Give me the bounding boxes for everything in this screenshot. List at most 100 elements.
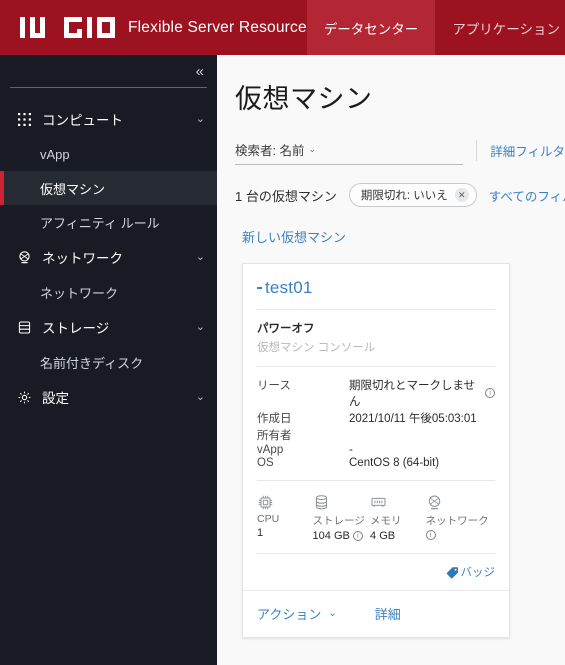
- vm-card-divider-4: [257, 553, 495, 554]
- info-icon-storage[interactable]: i: [352, 531, 363, 541]
- sidebar-item-compute[interactable]: コンピュート ⌄: [0, 101, 217, 137]
- app-header: Flexible Server Resource データセンター アプリケーショ…: [0, 0, 565, 55]
- sidebar: « コンピュート ⌄ vApp 仮想マシン アフィニティ ルール ネットワーク …: [0, 55, 217, 665]
- gear-icon: [16, 389, 33, 406]
- hw-storage-value-text: 104 GB: [312, 530, 350, 542]
- sidebar-item-storage-label: ストレージ: [42, 321, 110, 336]
- spec-value-created: 2021/10/11 午後05:03:01: [349, 413, 477, 425]
- vm-name-link[interactable]: test01: [265, 278, 313, 298]
- header-nav-tabs: データセンター アプリケーション: [306, 0, 565, 55]
- filter-chip-expired[interactable]: 期限切れ: いいえ ✕: [348, 183, 477, 207]
- hw-memory-label: メモリ: [370, 515, 402, 527]
- chevron-down-icon-network[interactable]: ⌄: [196, 251, 205, 263]
- vm-status-dash-icon: [257, 287, 262, 289]
- chevron-down-icon-compute[interactable]: ⌄: [196, 113, 205, 125]
- product-title: Flexible Server Resource: [128, 18, 307, 36]
- sidebar-item-compute-label: コンピュート: [42, 113, 123, 128]
- new-virtual-machine-link[interactable]: 新しい仮想マシン: [242, 227, 346, 246]
- cpu-icon: [257, 491, 313, 511]
- vm-count-text: 1 台の仮想マシン: [235, 188, 337, 204]
- logo-letter-j: [33, 17, 45, 38]
- info-icon-network[interactable]: i: [425, 530, 436, 540]
- table-row: 所有者: [257, 427, 495, 443]
- tab-datacenter[interactable]: データセンター: [306, 0, 436, 55]
- vm-console-link[interactable]: 仮想マシン コンソール: [257, 339, 495, 355]
- hw-storage-value: 104 GB i: [313, 530, 371, 542]
- tab-applications[interactable]: アプリケーション: [435, 0, 565, 55]
- vm-power-state: パワーオフ: [257, 323, 315, 335]
- spec-key-owner: 所有者: [257, 430, 292, 442]
- chevron-down-icon-actions: ⌄: [328, 607, 337, 619]
- advanced-filter-link[interactable]: 詳細フィルタ: [490, 141, 565, 165]
- close-icon-filter-chip[interactable]: ✕: [454, 188, 469, 202]
- spec-value-lease: 期限切れとマークしません i: [349, 377, 495, 409]
- page-title: 仮想マシン: [235, 84, 373, 114]
- hw-memory-value: 4 GB: [370, 530, 396, 542]
- network-icon: [426, 491, 495, 511]
- spec-key-created: 作成日: [257, 413, 292, 425]
- search-separator: [476, 140, 478, 161]
- search-input[interactable]: 検索者: 名前 ⌄: [235, 140, 464, 165]
- spec-key-vapp: vApp: [257, 444, 284, 456]
- vm-card: test01 パワーオフ 仮想マシン コンソール リース 期限切れとマークしませ…: [242, 263, 510, 638]
- table-row: リース 期限切れとマークしません i: [257, 377, 495, 409]
- badge-link[interactable]: バッジ: [461, 564, 496, 580]
- logo-letter-o: [97, 17, 115, 38]
- memory-icon: [370, 491, 426, 511]
- actions-label: アクション: [257, 607, 322, 622]
- sidebar-item-settings-label: 設定: [42, 391, 69, 406]
- sidebar-nav: コンピュート ⌄ vApp 仮想マシン アフィニティ ルール ネットワーク ⌄ …: [0, 88, 217, 415]
- sidebar-item-network-label: ネットワーク: [42, 251, 123, 266]
- sidebar-collapse-icon[interactable]: «: [196, 64, 204, 79]
- sidebar-item-settings[interactable]: 設定 ⌄: [0, 379, 217, 415]
- sidebar-item-affinity-rules-label: アフィニティ ルール: [40, 215, 160, 231]
- sidebar-divider: [10, 87, 207, 88]
- vm-card-divider-2: [257, 366, 495, 367]
- application-window: Flexible Server Resource データセンター アプリケーショ…: [0, 0, 565, 665]
- chevron-down-icon-search[interactable]: ⌄: [308, 145, 316, 154]
- sidebar-item-network[interactable]: ネットワーク ⌄: [0, 239, 217, 275]
- sidebar-item-networks[interactable]: ネットワーク: [0, 275, 217, 309]
- search-row: 検索者: 名前 ⌄ 詳細フィルタ: [235, 140, 565, 165]
- database-icon: [16, 319, 33, 336]
- sidebar-item-virtual-machines[interactable]: 仮想マシン: [0, 171, 217, 205]
- sidebar-item-named-disks[interactable]: 名前付きディスク: [0, 345, 217, 379]
- spec-value-lease-text: 期限切れとマークしません: [349, 380, 476, 408]
- all-filters-link[interactable]: すべてのフィルタの: [489, 186, 565, 205]
- table-row: 作成日 2021/10/11 午後05:03:01: [257, 410, 495, 426]
- logo-letter-i1: [20, 17, 25, 38]
- hw-cpu: CPU 1: [257, 491, 313, 542]
- sidebar-item-vapp-label: vApp: [40, 146, 70, 162]
- vm-badge-row: バッジ: [257, 564, 495, 580]
- hw-storage-label: ストレージ: [312, 515, 365, 527]
- sidebar-item-affinity-rules[interactable]: アフィニティ ルール: [0, 205, 217, 239]
- chevron-down-icon-settings[interactable]: ⌄: [196, 391, 205, 403]
- vm-card-divider-3: [257, 480, 495, 481]
- tag-icon: [446, 566, 459, 579]
- actions-menu-button[interactable]: アクション ⌄: [257, 604, 337, 623]
- globe-icon: [16, 249, 33, 266]
- filter-chip-label: 期限切れ: いいえ: [360, 190, 448, 202]
- hw-memory: メモリ 4 GB: [370, 491, 426, 542]
- vm-card-footer: アクション ⌄ 詳細: [243, 590, 509, 637]
- sidebar-item-named-disks-label: 名前付きディスク: [40, 355, 144, 371]
- chevron-down-icon-storage[interactable]: ⌄: [196, 321, 205, 333]
- sidebar-top-bar: «: [0, 55, 217, 87]
- hw-network: ネットワーク i: [425, 491, 495, 542]
- logo-letter-g: [64, 17, 82, 38]
- main-content: 仮想マシン 検索者: 名前 ⌄ 詳細フィルタ 1 台の仮想マシン 期限切れ: い…: [217, 55, 565, 665]
- grid-icon: [16, 111, 33, 128]
- vm-properties: リース 期限切れとマークしません i 作成日 2021/10/11 午後05:0…: [257, 377, 495, 469]
- logo-letter-i3: [87, 17, 92, 38]
- vm-card-title-row: test01: [257, 278, 495, 298]
- sidebar-item-vapp[interactable]: vApp: [0, 137, 217, 171]
- sidebar-item-storage[interactable]: ストレージ ⌄: [0, 309, 217, 345]
- hw-storage: ストレージ 104 GB i: [313, 491, 371, 542]
- result-count-row: 1 台の仮想マシン 期限切れ: いいえ ✕ すべてのフィルタの: [235, 183, 565, 207]
- info-icon-lease[interactable]: i: [485, 388, 495, 398]
- details-button[interactable]: 詳細: [375, 604, 401, 623]
- vm-card-body: test01 パワーオフ 仮想マシン コンソール リース 期限切れとマークしませ…: [243, 264, 509, 590]
- spec-key-os: OS: [257, 457, 274, 469]
- vm-hardware-summary: CPU 1 ストレージ 104 GB i メモリ 4 GB ネットワーク i: [257, 491, 495, 542]
- hw-network-label: ネットワーク: [425, 515, 489, 527]
